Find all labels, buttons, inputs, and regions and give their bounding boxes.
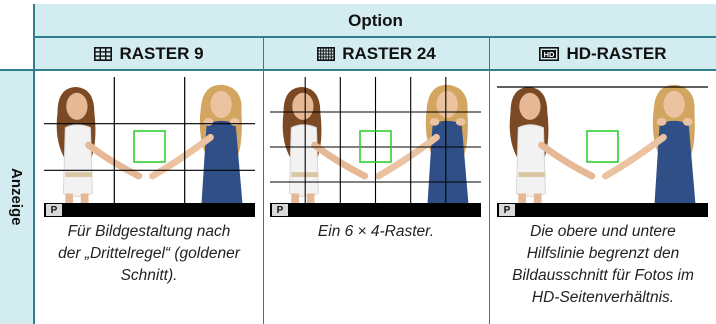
option-header: Option: [348, 10, 403, 30]
caption-hd-raster: Die obere und untere Hilfslinie begrenzt…: [512, 223, 694, 306]
status-bar: [44, 203, 255, 217]
caption-raster-24: Ein 6 × 4-Raster.: [317, 223, 435, 240]
shooting-mode-badge: P: [272, 204, 288, 216]
column-header-raster-9: RASTER 9: [35, 38, 263, 69]
row-label-anzeige: Anzeige: [8, 168, 25, 226]
shooting-mode-badge: P: [499, 204, 515, 216]
svg-text:HD: HD: [544, 50, 555, 59]
preview-hd-raster: P: [497, 77, 708, 217]
column-title: HD-RASTER: [566, 43, 667, 63]
grid-3x3-icon: [94, 46, 113, 61]
status-bar: [270, 203, 481, 217]
column-divider-1: [263, 38, 264, 324]
column-header-raster-24: RASTER 24: [264, 38, 489, 69]
grid-6x4-icon: [317, 46, 336, 61]
column-divider-2: [489, 38, 490, 324]
preview-photo: [270, 77, 481, 217]
column-header-hd-raster: HD HD-RASTER: [490, 38, 716, 69]
column-title: RASTER 9: [119, 43, 204, 63]
header-bottom-rule: [0, 69, 716, 71]
preview-photo: [497, 77, 708, 217]
preview-raster-24: P: [270, 77, 481, 217]
hd-icon: HD: [539, 46, 560, 61]
status-bar: [497, 203, 708, 217]
shooting-mode-badge: P: [46, 204, 62, 216]
preview-photo: [44, 77, 255, 217]
preview-raster-9: P: [44, 77, 255, 217]
caption-raster-9: Für Bildgestaltung nach der „Drittelrege…: [58, 223, 240, 284]
column-title: RASTER 24: [342, 43, 436, 63]
